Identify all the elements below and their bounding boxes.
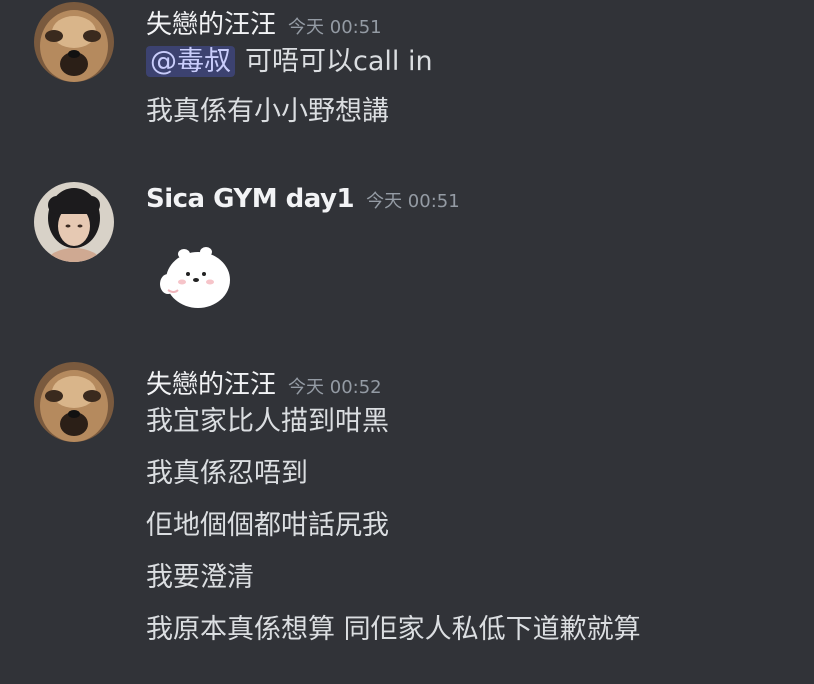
message-text: 佢地個個都咁話尻我 — [146, 510, 389, 541]
user-mention[interactable]: @毒叔 — [146, 46, 235, 77]
message-header: Sica GYM day1 今天 00:51 — [146, 184, 460, 216]
message-header: 失戀的汪汪 今天 00:52 — [146, 364, 382, 400]
username[interactable]: 失戀的汪汪 — [146, 10, 276, 40]
woman-avatar[interactable] — [34, 182, 114, 262]
white-bear-sticker[interactable] — [154, 240, 236, 310]
message-line: 佢地個個都咁話尻我 — [146, 508, 389, 544]
message-line: 我宜家比人描到咁黑 — [146, 404, 389, 440]
timestamp[interactable]: 今天 00:51 — [366, 191, 460, 212]
message-line: 我真係忍唔到 — [146, 456, 308, 492]
message-text: 我真係有小小野想講 — [146, 96, 389, 127]
timestamp[interactable]: 今天 00:51 — [288, 17, 382, 38]
chat-message-list: 失戀的汪汪 今天 00:51 @毒叔 可唔可以call in 我真係有小小野想講 S… — [0, 0, 814, 684]
timestamp[interactable]: 今天 00:52 — [288, 377, 382, 398]
message-line: @毒叔 可唔可以call in — [146, 44, 433, 80]
message-line: 我原本真係想算 同佢家人私低下道歉就算 — [146, 612, 641, 648]
message-text: 我宜家比人描到咁黑 — [146, 406, 389, 437]
dog-avatar[interactable] — [34, 362, 114, 442]
message-text: 我要澄清 — [146, 562, 254, 593]
username[interactable]: Sica GYM day1 — [146, 184, 355, 214]
message-header: 失戀的汪汪 今天 00:51 — [146, 4, 382, 40]
dog-avatar[interactable] — [34, 2, 114, 82]
message-text: 可唔可以call in — [245, 46, 433, 77]
message-line: 我要澄清 — [146, 560, 254, 596]
message-text: 我原本真係想算 同佢家人私低下道歉就算 — [146, 614, 641, 645]
username[interactable]: 失戀的汪汪 — [146, 370, 276, 400]
message-text: 我真係忍唔到 — [146, 458, 308, 489]
message-line: 我真係有小小野想講 — [146, 94, 389, 130]
